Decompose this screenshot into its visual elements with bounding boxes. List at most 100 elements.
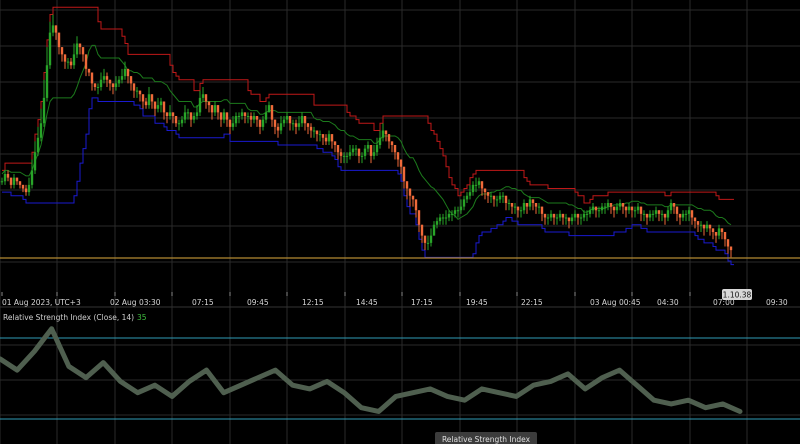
candle-body xyxy=(702,224,706,229)
candle-body xyxy=(90,72,94,84)
candle-body xyxy=(510,203,514,207)
candle-body xyxy=(522,203,526,211)
candle-body xyxy=(555,217,559,219)
candle-body xyxy=(213,105,217,113)
candle-body xyxy=(459,206,463,211)
candle-body xyxy=(597,210,601,212)
candle-body xyxy=(0,181,4,183)
candle-body xyxy=(336,145,340,153)
candle-body xyxy=(579,217,583,219)
candle-body xyxy=(474,184,478,186)
candle-body xyxy=(123,68,127,77)
candle-body xyxy=(501,195,505,197)
candle-body xyxy=(717,228,721,236)
candle-body xyxy=(102,76,106,80)
candle-body xyxy=(396,152,400,160)
candle-body xyxy=(186,112,190,114)
candle-body xyxy=(450,213,454,215)
candle-body xyxy=(105,76,109,80)
price-tag: 1.10.38 xyxy=(722,289,752,300)
candle-body xyxy=(606,203,610,207)
candle-body xyxy=(483,188,487,193)
candle-body xyxy=(111,83,115,87)
candle-body xyxy=(255,116,259,120)
candle-body xyxy=(225,112,229,120)
candle-body xyxy=(318,134,322,136)
candle-body xyxy=(162,101,166,113)
candle-body xyxy=(36,137,40,153)
candle-body xyxy=(294,123,298,127)
candle-body xyxy=(339,152,343,156)
candle-body xyxy=(9,177,13,185)
candle-body xyxy=(630,206,634,211)
candle-body xyxy=(654,210,658,214)
candle-body xyxy=(669,203,673,211)
candle-body xyxy=(147,94,151,106)
candle-body xyxy=(195,112,199,116)
candle-body xyxy=(288,116,292,124)
candle-body xyxy=(705,224,709,229)
candle-body xyxy=(69,61,73,66)
candle-body xyxy=(534,203,538,207)
candle-body xyxy=(72,54,76,66)
candle-body xyxy=(243,112,247,116)
candle-body xyxy=(594,206,598,211)
candle-body xyxy=(600,206,604,211)
candle-body xyxy=(528,199,532,207)
candle-body xyxy=(174,116,178,124)
candle-body xyxy=(573,213,577,218)
candle-body xyxy=(60,47,64,55)
candle-body xyxy=(420,224,424,236)
candle-body xyxy=(507,203,511,204)
candle-body xyxy=(231,123,235,127)
time-axis-label: 14:45 xyxy=(356,298,378,307)
candle-body xyxy=(729,246,733,251)
candle-body xyxy=(666,210,670,218)
candle-body xyxy=(369,145,373,156)
candle-body xyxy=(309,126,313,131)
candle-body xyxy=(642,213,646,215)
candle-body xyxy=(135,90,139,92)
candle-body xyxy=(87,68,91,73)
candle-body xyxy=(531,199,535,203)
candle-body xyxy=(465,195,469,200)
candle-body xyxy=(297,123,301,127)
indicator-tooltip: Relative Strength Index xyxy=(435,432,537,444)
candle-body xyxy=(612,206,616,211)
candle-body xyxy=(342,155,346,157)
time-axis-label: 02 Aug 03:30 xyxy=(110,298,161,307)
candle-body xyxy=(219,112,223,120)
candle-body xyxy=(699,224,703,226)
candle-body xyxy=(681,213,685,218)
candle-body xyxy=(645,213,649,218)
candle-body xyxy=(627,206,631,211)
candle-body xyxy=(519,210,523,212)
candle-body xyxy=(171,112,175,116)
candle-body xyxy=(57,32,61,48)
candle-body xyxy=(291,123,295,125)
candle-body xyxy=(399,159,403,167)
candle-body xyxy=(315,130,319,135)
candle-body xyxy=(411,195,415,200)
candle-body xyxy=(120,76,124,80)
candle-body xyxy=(81,47,85,55)
candle-body xyxy=(192,116,196,120)
candle-body xyxy=(678,213,682,218)
candle-body xyxy=(429,235,433,243)
candle-body xyxy=(366,145,370,149)
trading-chart[interactable]: 01 Aug 2023, UTC+3 02 Aug 03:30 07:15 09:45… xyxy=(0,0,800,444)
candle-body xyxy=(264,112,268,120)
price-tag-label: 1.10.38 xyxy=(723,291,752,300)
tooltip-label: Relative Strength Index xyxy=(442,435,531,444)
candle-body xyxy=(525,203,529,207)
time-axis-label: 19:45 xyxy=(466,298,488,307)
candle-body xyxy=(393,145,397,153)
candle-body xyxy=(153,101,157,109)
candle-body xyxy=(438,217,442,222)
candle-body xyxy=(378,137,382,145)
candle-body xyxy=(165,112,169,116)
candle-body xyxy=(663,213,667,218)
candle-body xyxy=(558,213,562,218)
candle-body xyxy=(495,199,499,201)
candle-body xyxy=(321,134,325,138)
